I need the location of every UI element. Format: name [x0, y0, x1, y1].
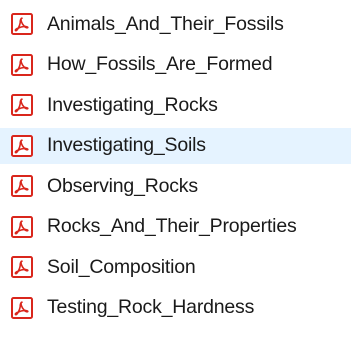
- pdf-file-icon: [11, 256, 33, 279]
- pdf-file-icon: [11, 53, 33, 76]
- file-item-animals-and-their-fossils[interactable]: Animals_And_Their_Fossils: [0, 4, 351, 45]
- file-item-rocks-and-their-properties[interactable]: Rocks_And_Their_Properties: [0, 207, 351, 248]
- pdf-file-icon: [11, 296, 33, 319]
- file-item-observing-rocks[interactable]: Observing_Rocks: [0, 166, 351, 207]
- file-item-how-fossils-are-formed[interactable]: How_Fossils_Are_Formed: [0, 45, 351, 86]
- file-name: Animals_And_Their_Fossils: [47, 12, 284, 35]
- file-name: Testing_Rock_Hardness: [47, 296, 255, 319]
- pdf-file-icon: [11, 94, 33, 117]
- file-name: Investigating_Soils: [47, 134, 206, 157]
- file-name: Observing_Rocks: [47, 174, 198, 197]
- file-name: Rocks_And_Their_Properties: [47, 215, 297, 238]
- file-item-testing-rock-hardness[interactable]: Testing_Rock_Hardness: [0, 288, 351, 329]
- file-list: Animals_And_Their_Fossils How_Fossils_Ar…: [0, 4, 351, 328]
- pdf-file-icon: [11, 134, 33, 157]
- file-item-investigating-soils[interactable]: Investigating_Soils: [0, 126, 351, 167]
- file-name: Investigating_Rocks: [47, 93, 218, 116]
- pdf-file-icon: [11, 13, 33, 36]
- pdf-file-icon: [11, 175, 33, 198]
- file-name: Soil_Composition: [47, 255, 196, 278]
- file-name: How_Fossils_Are_Formed: [47, 53, 273, 76]
- pdf-file-icon: [11, 215, 33, 238]
- file-item-investigating-rocks[interactable]: Investigating_Rocks: [0, 85, 351, 126]
- file-item-soil-composition[interactable]: Soil_Composition: [0, 247, 351, 288]
